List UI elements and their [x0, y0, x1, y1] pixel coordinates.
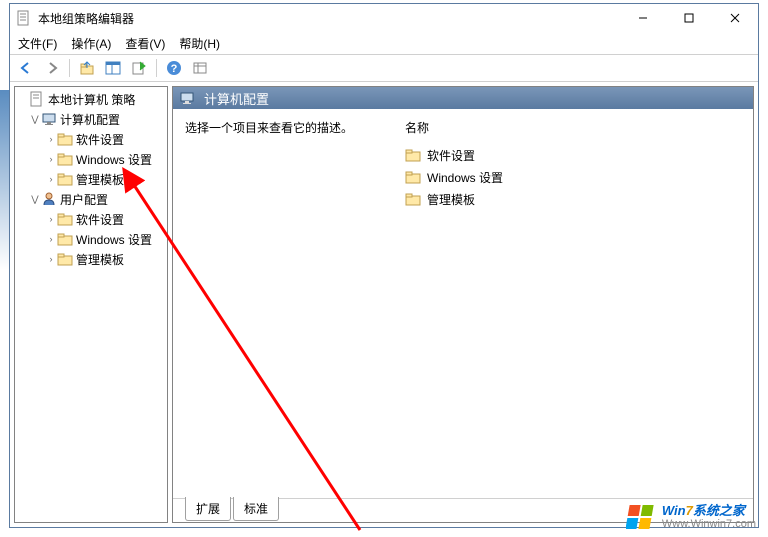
tree-pane[interactable]: 本地计算机 策略 ⋁ 计算机配置 › 软件设置 › Windows 设置 › 管… — [14, 86, 168, 523]
main-window: 本地组策略编辑器 文件(F) 操作(A) 查看(V) 帮助(H) ? 本地计算机… — [9, 3, 759, 528]
expander-icon[interactable]: ⋁ — [29, 114, 41, 125]
folder-icon — [57, 251, 73, 267]
list-item[interactable]: 管理模板 — [405, 188, 741, 210]
list-item[interactable]: 软件设置 — [405, 144, 741, 166]
folder-icon — [57, 151, 73, 167]
tree-item-templates[interactable]: › 管理模板 — [15, 249, 167, 269]
tree-item-windows[interactable]: › Windows 设置 — [15, 149, 167, 169]
tree-user-config[interactable]: ⋁ 用户配置 — [15, 189, 167, 209]
tree-label: 管理模板 — [76, 171, 124, 188]
tree-label: 管理模板 — [76, 251, 124, 268]
show-hide-button[interactable] — [101, 57, 125, 79]
tree-label: 计算机配置 — [60, 111, 120, 128]
policy-icon — [29, 91, 45, 107]
tree-label: Windows 设置 — [76, 231, 152, 248]
menu-action[interactable]: 操作(A) — [71, 35, 111, 52]
expander-icon[interactable]: › — [45, 254, 57, 264]
list-item-label: Windows 设置 — [427, 169, 503, 186]
forward-button[interactable] — [40, 57, 64, 79]
maximize-button[interactable] — [666, 4, 712, 32]
tree-label: 软件设置 — [76, 131, 124, 148]
wm-url: Www.Winwin7.com — [662, 518, 756, 530]
tree-computer-config[interactable]: ⋁ 计算机配置 — [15, 109, 167, 129]
computer-icon — [179, 90, 195, 106]
export-button[interactable] — [127, 57, 151, 79]
detail-header: 计算机配置 — [173, 87, 753, 109]
column-header-name[interactable]: 名称 — [405, 119, 741, 136]
window-title: 本地组策略编辑器 — [38, 10, 620, 27]
detail-header-title: 计算机配置 — [204, 89, 269, 108]
tree-item-windows[interactable]: › Windows 设置 — [15, 229, 167, 249]
folder-icon — [57, 131, 73, 147]
tree-item-software[interactable]: › 软件设置 — [15, 209, 167, 229]
back-button[interactable] — [14, 57, 38, 79]
folder-icon — [405, 169, 421, 185]
tree-label: 本地计算机 策略 — [48, 91, 135, 108]
folder-icon — [405, 147, 421, 163]
menu-file[interactable]: 文件(F) — [18, 35, 57, 52]
up-button[interactable] — [75, 57, 99, 79]
wm-suffix: 系统之家 — [693, 503, 745, 518]
tab-extended[interactable]: 扩展 — [185, 497, 231, 521]
folder-icon — [405, 191, 421, 207]
menu-help[interactable]: 帮助(H) — [179, 35, 220, 52]
menu-view[interactable]: 查看(V) — [125, 35, 165, 52]
tree-label: 软件设置 — [76, 211, 124, 228]
svg-text:?: ? — [171, 63, 178, 75]
list-item[interactable]: Windows 设置 — [405, 166, 741, 188]
expander-icon[interactable]: › — [45, 214, 57, 224]
tree-label: 用户配置 — [60, 191, 108, 208]
close-button[interactable] — [712, 4, 758, 32]
expander-icon[interactable]: › — [45, 134, 57, 144]
folder-icon — [57, 171, 73, 187]
titlebar: 本地组策略编辑器 — [10, 4, 758, 32]
expander-icon[interactable]: › — [45, 154, 57, 164]
expander-icon[interactable]: › — [45, 234, 57, 244]
help-button[interactable]: ? — [162, 57, 186, 79]
list-item-label: 管理模板 — [427, 191, 475, 208]
tree-label: Windows 设置 — [76, 151, 152, 168]
wm-seven: 7 — [686, 503, 693, 518]
expander-icon[interactable]: › — [45, 174, 57, 184]
detail-description: 选择一个项目来查看它的描述。 — [185, 119, 365, 488]
app-icon — [16, 10, 32, 26]
windows-logo-icon — [626, 503, 656, 531]
detail-pane: 计算机配置 选择一个项目来查看它的描述。 名称 软件设置 Windows 设置 — [172, 86, 754, 523]
folder-icon — [57, 211, 73, 227]
wm-prefix: Win — [662, 503, 686, 518]
folder-icon — [57, 231, 73, 247]
list-item-label: 软件设置 — [427, 147, 475, 164]
user-icon — [41, 191, 57, 207]
computer-icon — [41, 111, 57, 127]
filter-button[interactable] — [188, 57, 212, 79]
tree-item-software[interactable]: › 软件设置 — [15, 129, 167, 149]
expander-icon[interactable]: ⋁ — [29, 194, 41, 205]
tree-root[interactable]: 本地计算机 策略 — [15, 89, 167, 109]
menubar: 文件(F) 操作(A) 查看(V) 帮助(H) — [10, 32, 758, 54]
minimize-button[interactable] — [620, 4, 666, 32]
toolbar: ? — [10, 54, 758, 82]
watermark: Win7系统之家 Www.Winwin7.com — [626, 503, 756, 531]
detail-list[interactable]: 名称 软件设置 Windows 设置 管理模板 — [405, 119, 741, 488]
tab-standard[interactable]: 标准 — [233, 497, 279, 521]
tree-item-templates[interactable]: › 管理模板 — [15, 169, 167, 189]
